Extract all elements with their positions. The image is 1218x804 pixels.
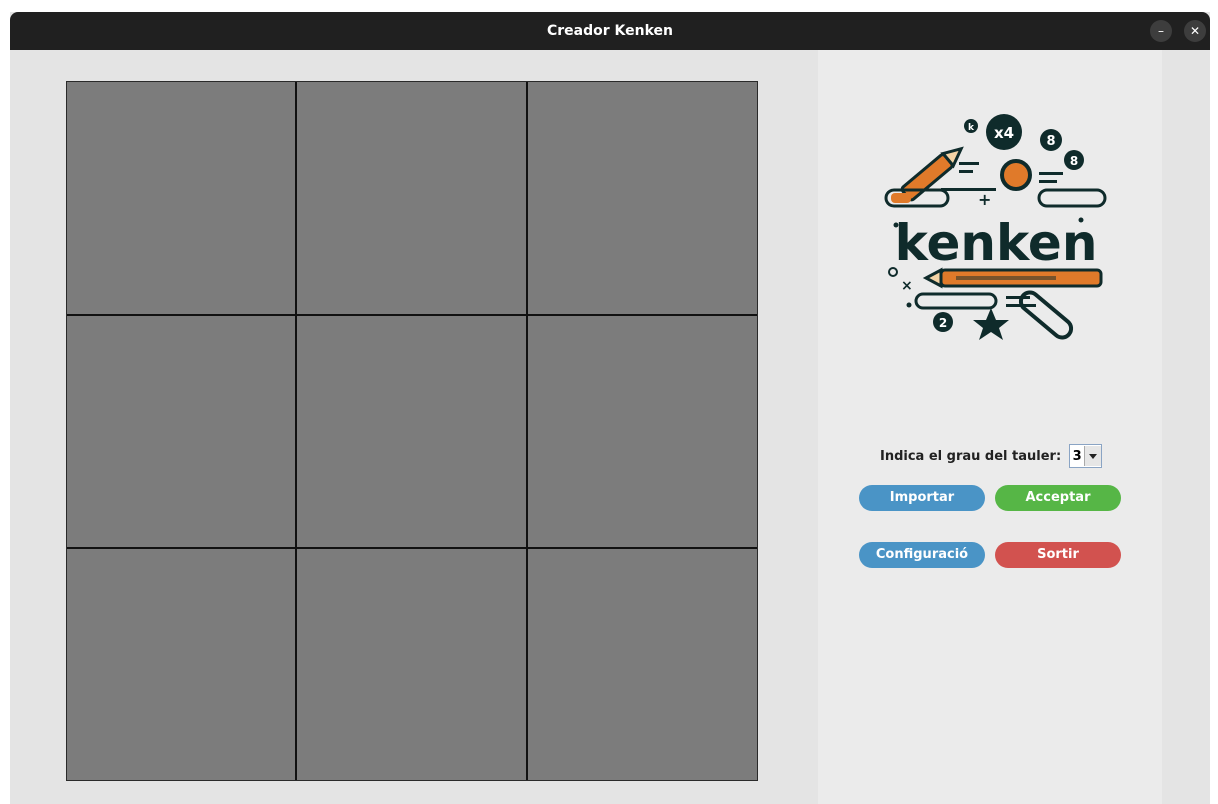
grid-line-vertical: [295, 82, 297, 780]
close-button[interactable]: ✕: [1184, 20, 1206, 42]
star-icon: [973, 308, 1009, 340]
exit-button[interactable]: Sortir: [995, 542, 1121, 568]
kenken-logo: x4 k 8 8 + kenken 2 ×: [884, 114, 1107, 340]
accept-button[interactable]: Acceptar: [995, 485, 1121, 511]
times-glyph: ×: [901, 278, 913, 294]
config-button[interactable]: Configuració: [859, 542, 985, 568]
tube-right-icon: [1037, 188, 1107, 208]
title-bar: Creador Kenken – ✕: [10, 12, 1210, 50]
minimize-button[interactable]: –: [1150, 20, 1172, 42]
degree-select-value: 3: [1072, 448, 1082, 464]
kenken-board[interactable]: [66, 81, 758, 781]
tube-lower-icon: [914, 292, 998, 310]
grid-line-vertical: [526, 82, 528, 780]
long-pencil-icon: [922, 267, 1103, 289]
side-panel: x4 k 8 8 + kenken 2 × Indica el grau del…: [818, 50, 1162, 804]
import-button[interactable]: Importar: [859, 485, 985, 511]
badge-k-text: k: [968, 123, 975, 133]
grid-line-horizontal: [67, 314, 757, 316]
grid-line-horizontal: [67, 547, 757, 549]
badge-2-text: 2: [939, 316, 947, 330]
badge-8-text: 8: [1046, 134, 1055, 149]
plus-glyph: +: [978, 190, 991, 209]
badge-8b-text: 8: [1070, 154, 1078, 168]
degree-label: Indica el grau del tauler:: [880, 448, 1062, 464]
degree-select[interactable]: 3: [1069, 444, 1103, 468]
app-window: Creador Kenken – ✕ x4 k 8 8 + kenken 2 ×…: [10, 12, 1210, 804]
degree-selector-row: Indica el grau del tauler: 3: [880, 443, 1103, 469]
window-title: Creador Kenken: [547, 23, 673, 39]
badge-x4-text: x4: [994, 124, 1014, 142]
pencil-icon: [900, 146, 964, 202]
logo-wordmark: kenken: [895, 214, 1098, 272]
ball-icon: [1000, 159, 1032, 191]
chevron-down-icon[interactable]: [1084, 446, 1102, 466]
